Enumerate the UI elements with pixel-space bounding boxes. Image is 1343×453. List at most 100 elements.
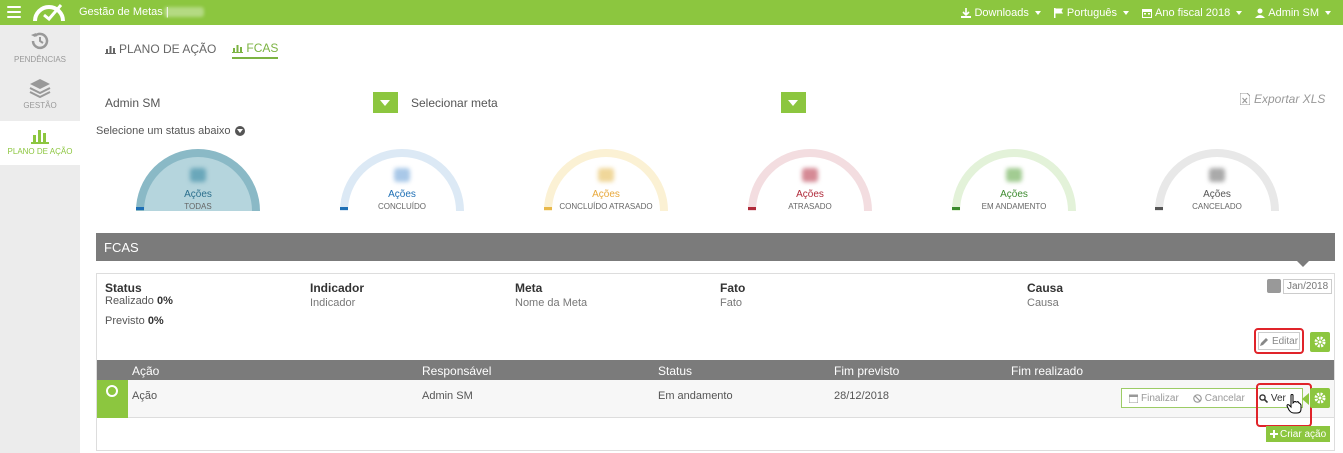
cancel-label: Cancelar [1204,392,1245,404]
export-xls-button[interactable]: Exportar XLS [1240,92,1325,106]
arrow-circle-down-icon [234,126,245,136]
col-header-status: Status [658,364,693,378]
user-select-value: Admin SM [105,96,161,110]
sidebar-item-pendencias[interactable]: PENDÊNCIAS [0,25,80,72]
fcas-section-header: FCAS [96,233,1335,267]
edit-button[interactable]: Editar [1258,332,1300,350]
top-nav: Downloads Português Ano fiscal 2018 Admi… [961,0,1331,25]
gauge-concluido[interactable]: Ações CONCLUÍDO [340,149,464,211]
sidebar-item-label: PLANO DE AÇÃO [7,147,73,156]
hand-cursor-icon [1286,394,1302,414]
highlight-view [1256,383,1312,427]
previsto-value: 0% [147,315,164,327]
downloads-label: Downloads [974,6,1029,19]
gauge-em-andamento[interactable]: Ações EM ANDAMENTO [952,149,1076,211]
tab-plano-de-acao[interactable]: PLANO DE AÇÃO [105,41,216,59]
export-label: Exportar XLS [1254,92,1326,106]
fcas-title: FCAS [104,240,139,255]
chevron-down-icon[interactable] [781,92,806,113]
realizado-line: Realizado 0% [105,295,173,307]
hamburger-menu-icon[interactable] [7,6,21,18]
chevron-down-icon [1034,10,1041,15]
gauge-concluido-atrasado[interactable]: Ações CONCLUÍDO ATRASADO [544,149,668,211]
gauge-label: Ações [184,189,212,200]
gear-icon [1314,336,1326,348]
tab-fcas[interactable]: FCAS [232,41,279,59]
goal-select-value: Selecionar meta [411,96,498,110]
user-menu[interactable]: Admin SM [1255,7,1331,19]
gauge-logo-icon[interactable] [32,2,66,22]
bar-chart-icon [31,130,49,144]
edit-label: Editar [1271,335,1299,347]
finalize-button[interactable]: Finalizar [1122,393,1186,404]
history-icon [31,32,49,50]
user-icon [1255,8,1266,18]
top-bar: Gestão de Metas | Downloads Português An… [0,0,1343,25]
settings-button[interactable] [1310,332,1330,352]
col-status: Status [105,281,142,295]
gauge-label: Ações [1203,189,1231,200]
actions-table-header: Ação Responsável Status Fim previsto Fim… [97,360,1334,380]
calendar-icon [1142,8,1153,18]
gauge-atrasado[interactable]: Ações ATRASADO [748,149,872,211]
col-fato: Fato Fato [720,281,745,309]
col-header-fim-realizado: Fim realizado [1011,364,1084,378]
gauge-todas[interactable]: Ações TODAS [136,149,260,211]
col-value: Nome da Meta [515,297,588,309]
date-value: Jan/2018 [1283,278,1333,294]
app-title: Gestão de Metas | [79,6,169,18]
plus-icon [1270,430,1278,438]
row-settings-button[interactable] [1310,388,1330,408]
previsto-label: Previsto [105,315,145,327]
col-indicador: Indicador Indicador [310,281,364,309]
layers-icon [29,79,51,98]
previsto-line: Previsto 0% [105,315,164,327]
cell-status: Em andamento [658,390,733,402]
create-action-label: Criar ação [1280,428,1327,440]
downloads-menu[interactable]: Downloads [961,6,1041,19]
col-header-fim-previsto: Fim previsto [834,364,900,378]
col-header-responsavel: Responsável [422,364,492,378]
col-header: Indicador [310,281,365,295]
cancel-button[interactable]: Cancelar [1186,393,1252,404]
gauge-label: Ações [592,189,620,200]
calendar-icon [1129,394,1138,403]
col-value: Fato [720,297,743,309]
col-header: Meta [515,281,543,295]
sidebar: PENDÊNCIAS GESTÃO PLANO DE AÇÃO [0,25,80,453]
realizado-value: 0% [156,295,173,307]
pencil-icon [1259,337,1268,346]
col-meta: Meta Nome da Meta [515,281,587,309]
fiscal-year-label: Ano fiscal 2018 [1155,6,1231,19]
goal-select[interactable]: Selecionar meta [411,92,806,113]
sidebar-item-label: PENDÊNCIAS [13,55,66,64]
fcas-panel: Status Realizado 0% Previsto 0% Indicado… [96,273,1335,451]
gauge-count-blurred [1209,168,1225,182]
chevron-down-icon [1236,10,1243,15]
gauge-label: Ações [1000,189,1028,200]
fiscal-year-menu[interactable]: Ano fiscal 2018 [1142,6,1243,19]
gauge-count-blurred [190,168,206,182]
status-hint: Selecione um status abaixo [96,125,245,137]
col-header-acao: Ação [132,364,160,378]
user-select[interactable]: Admin SM [105,92,398,113]
gauge-label: Ações [388,189,416,200]
download-icon [961,7,972,18]
col-header: Status [105,281,142,295]
flag-icon [1053,7,1063,18]
col-header: Fato [720,281,746,295]
user-label: Admin SM [1268,6,1319,19]
tab-label: FCAS [246,41,279,55]
date-picker[interactable]: Jan/2018 [1267,278,1333,294]
cell-fim-previsto: 28/12/2018 [834,390,890,402]
gauge-count-blurred [598,168,614,182]
tab-label: PLANO DE AÇÃO [119,42,217,56]
sidebar-item-plano-de-acao[interactable]: PLANO DE AÇÃO [0,121,80,165]
status-circle-icon [97,380,128,418]
gauge-cancelado[interactable]: Ações CANCELADO [1155,149,1279,211]
blurred-company-name [164,7,204,17]
sidebar-item-gestao[interactable]: GESTÃO [0,73,80,120]
chevron-down-icon[interactable] [373,92,398,113]
language-menu[interactable]: Português [1053,7,1130,19]
create-action-button[interactable]: Criar ação [1266,426,1331,442]
